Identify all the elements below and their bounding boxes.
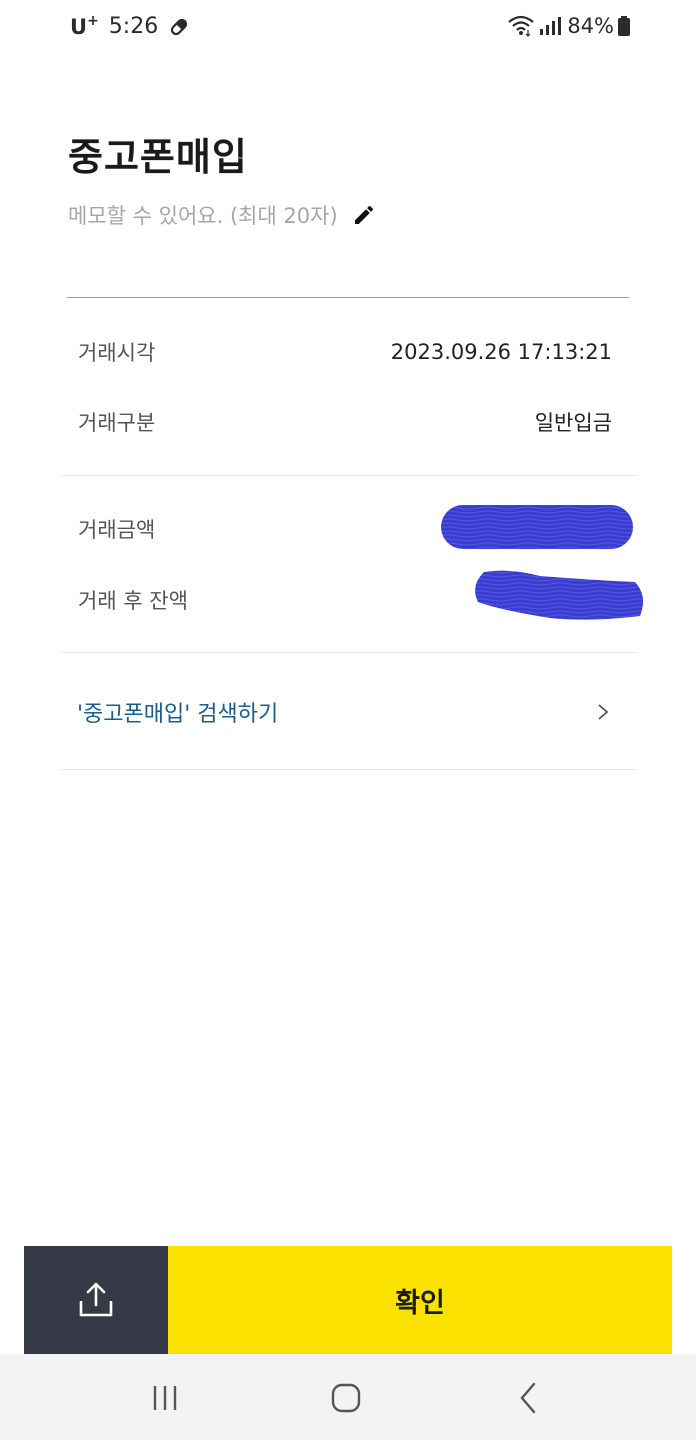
status-left: U+ 5:26 [70, 12, 190, 39]
balance-label: 거래 후 잔액 [78, 589, 188, 613]
amount-label: 거래금액 [78, 518, 156, 542]
home-button[interactable] [326, 1382, 366, 1414]
back-button[interactable] [508, 1382, 548, 1414]
status-time: 5:26 [108, 14, 159, 39]
battery-percent: 84% [567, 14, 614, 38]
pill-icon [171, 18, 188, 35]
type-value: 일반입금 [534, 411, 612, 435]
signal-icon [540, 17, 562, 35]
section-divider [61, 475, 636, 476]
amount-redaction [441, 505, 633, 549]
recent-apps-icon [153, 1386, 177, 1410]
share-icon [79, 1282, 113, 1317]
carrier-label: U+ [70, 12, 99, 39]
section-divider [61, 769, 636, 770]
memo-row[interactable]: 메모할 수 있어요. (최대 20자) [68, 200, 376, 230]
chevron-right-icon [598, 704, 609, 720]
type-row: 거래구분 일반입금 [78, 402, 612, 442]
header-divider [67, 297, 629, 298]
home-icon [331, 1383, 361, 1413]
section-divider [61, 652, 636, 653]
time-label: 거래시각 [78, 341, 156, 365]
recent-apps-button[interactable] [145, 1382, 185, 1414]
search-link-row[interactable]: '중고폰매입' 검색하기 [61, 672, 636, 752]
confirm-button[interactable]: 확인 [168, 1246, 672, 1354]
share-button[interactable] [24, 1246, 168, 1354]
page-title: 중고폰매입 [68, 135, 248, 179]
pencil-icon[interactable] [352, 203, 376, 227]
status-bar: U+ 5:26 84% [0, 0, 696, 60]
balance-redaction [475, 570, 644, 620]
wifi-icon [508, 15, 535, 37]
back-icon [520, 1382, 536, 1414]
time-value: 2023.09.26 17:13:21 [390, 340, 612, 364]
type-label: 거래구분 [78, 411, 156, 435]
status-right: 84% [507, 14, 630, 38]
search-link[interactable]: '중고폰매입' 검색하기 [77, 696, 278, 728]
time-row: 거래시각 2023.09.26 17:13:21 [78, 332, 612, 372]
battery-icon [618, 16, 630, 36]
memo-placeholder[interactable]: 메모할 수 있어요. (최대 20자) [68, 200, 338, 230]
nav-bar [0, 1354, 696, 1440]
